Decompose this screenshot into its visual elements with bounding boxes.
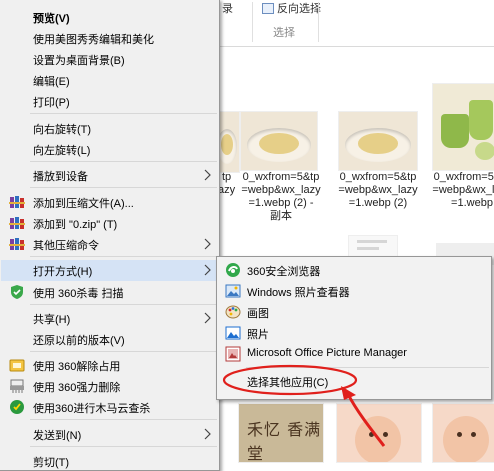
menu-item-label: 发送到(N) [33, 430, 82, 442]
menu-item-restore-versions[interactable]: 还原以前的版本(V) [1, 329, 218, 349]
menu-item-label: 添加到压缩文件(A)... [33, 198, 134, 210]
winrar-books-icon [9, 236, 25, 252]
ribbon-group-label: 选择 [273, 27, 295, 39]
file-name: 0_wxfrom=5&tp =webp&wx_lazy =1.webp (2) … [241, 171, 321, 222]
winrar-books-icon [9, 194, 25, 210]
windows-photo-viewer-icon [225, 283, 241, 299]
menu-item-cut[interactable]: 剪切(T) [1, 451, 218, 471]
ribbon-divider [318, 2, 319, 42]
file-thumbnail[interactable] [432, 83, 494, 171]
chevron-right-icon [204, 169, 211, 181]
menu-item-360-unlock[interactable]: 使用 360解除占用 [1, 355, 218, 375]
menu-item-rotate-right[interactable]: 向右旋转(T) [1, 118, 218, 138]
ribbon: 录 反向选择 选择 [200, 0, 494, 47]
menu-item-label: 打印(P) [33, 97, 70, 109]
menu-separator [30, 161, 217, 162]
menu-item-label: 共享(H) [33, 314, 71, 326]
menu-separator [30, 113, 217, 114]
submenu-item-photo-viewer[interactable]: Windows 照片查看器 [218, 281, 490, 301]
winrar-books-icon [9, 215, 25, 231]
file-thumbnail[interactable] [240, 111, 318, 171]
menu-item-label: 向左旋转(L) [33, 145, 91, 157]
menu-item-label: 使用 360强力删除 [33, 382, 121, 394]
360-shield-icon [9, 284, 25, 300]
chevron-right-icon [204, 312, 211, 324]
menu-item-label: 其他压缩命令 [33, 240, 99, 252]
submenu-item-label: 360安全浏览器 [247, 266, 321, 278]
menu-item-label: 向右旋转(T) [33, 124, 92, 136]
menu-item-add-to-archive[interactable]: 添加到压缩文件(A)... [1, 192, 218, 212]
menu-item-share[interactable]: 共享(H) [1, 308, 218, 328]
menu-item-label: 使用 360杀毒 扫描 [33, 288, 124, 300]
menu-item-send-to[interactable]: 发送到(N) [1, 424, 218, 444]
menu-item-label: 使用360进行木马云查杀 [33, 403, 151, 415]
menu-item-add-to-zip[interactable]: 添加到 "0.zip" (T) [1, 213, 218, 233]
ribbon-button-partial[interactable]: 录 [222, 0, 233, 16]
file-thumbnail[interactable] [348, 235, 398, 257]
shredder-icon [9, 378, 25, 394]
menu-item-open-with[interactable]: 打开方式(H) [1, 260, 218, 281]
file-name: tp azy [218, 171, 236, 196]
menu-item-360-force-delete[interactable]: 使用 360强力删除 [1, 376, 218, 396]
menu-item-360-trojan-scan[interactable]: 使用360进行木马云查杀 [1, 397, 218, 417]
submenu-item-paint[interactable]: 画图 [218, 302, 490, 322]
360-unlock-icon [9, 357, 25, 373]
menu-item-360-scan[interactable]: 使用 360杀毒 扫描 [1, 282, 218, 302]
menu-item-label: 打开方式(H) [33, 266, 93, 278]
file-thumbnail[interactable] [432, 403, 494, 463]
file-thumbnail[interactable] [338, 111, 418, 171]
submenu-item-label: Microsoft Office Picture Manager [247, 347, 407, 359]
file-name: 0_wxfrom=5&tp =webp&wx_lazy =1.webp (2) [338, 171, 418, 209]
paint-palette-icon [225, 304, 241, 320]
menu-item-label: 还原以前的版本(V) [33, 335, 125, 347]
menu-item-other-compress[interactable]: 其他压缩命令 [1, 234, 218, 254]
360-trojan-icon [9, 399, 25, 415]
submenu-item-360-browser[interactable]: 360安全浏览器 [218, 260, 490, 280]
photos-app-icon [225, 325, 241, 341]
menu-item-label: 设置为桌面背景(B) [33, 55, 125, 67]
submenu-item-choose-other-app[interactable]: 选择其他应用(C) [218, 371, 490, 391]
submenu-item-picture-manager[interactable]: Microsoft Office Picture Manager [218, 344, 490, 364]
menu-item-preview[interactable]: 预览(V) [1, 7, 218, 27]
submenu-item-photos[interactable]: 照片 [218, 323, 490, 343]
ribbon-button-label: 录 [222, 3, 233, 15]
submenu-item-label: 选择其他应用(C) [247, 377, 329, 389]
calligraphy-image-text: 禾忆 香满堂 [247, 420, 322, 463]
menu-item-label: 剪切(T) [33, 457, 70, 469]
menu-item-label: 添加到 "0.zip" (T) [33, 219, 118, 231]
360-browser-icon [225, 262, 241, 278]
menu-separator [30, 419, 217, 420]
file-thumbnail[interactable]: 禾忆 香满堂 [238, 403, 324, 463]
menu-separator [30, 351, 217, 352]
submenu-item-label: 照片 [247, 329, 269, 341]
menu-item-cast-to-device[interactable]: 播放到设备 [1, 165, 218, 185]
menu-item-label: 播放到设备 [33, 171, 88, 183]
submenu-item-label: Windows 照片查看器 [247, 287, 350, 299]
menu-item-edit[interactable]: 编辑(E) [1, 70, 218, 90]
menu-separator [30, 446, 217, 447]
chevron-right-icon [204, 264, 211, 276]
menu-item-print[interactable]: 打印(P) [1, 91, 218, 111]
menu-item-label: 使用美图秀秀编辑和美化 [33, 34, 154, 46]
menu-separator [30, 256, 217, 257]
chevron-right-icon [204, 428, 211, 440]
menu-separator [246, 367, 489, 368]
open-with-submenu: 360安全浏览器 Windows 照片查看器 画图 照片 Microsoft O… [216, 256, 492, 400]
menu-item-label: 编辑(E) [33, 76, 70, 88]
menu-separator [30, 304, 217, 305]
menu-item-set-wallpaper[interactable]: 设置为桌面背景(B) [1, 49, 218, 69]
menu-item-label: 预览(V) [33, 13, 70, 25]
submenu-item-label: 画图 [247, 308, 269, 320]
menu-item-label: 使用 360解除占用 [33, 361, 121, 373]
menu-separator [30, 187, 217, 188]
file-name: 0_wxfrom=5&tp =webp&wx_lazy =1.webp [432, 171, 494, 209]
menu-item-meitu-edit[interactable]: 使用美图秀秀编辑和美化 [1, 28, 218, 48]
ribbon-divider [252, 2, 253, 42]
menu-item-rotate-left[interactable]: 向左旋转(L) [1, 139, 218, 159]
ribbon-group-select: 选择 [256, 0, 312, 46]
office-picture-manager-icon [225, 346, 241, 362]
context-menu: 预览(V) 使用美图秀秀编辑和美化 设置为桌面背景(B) 编辑(E) 打印(P)… [0, 0, 220, 471]
file-thumbnail[interactable] [336, 403, 422, 463]
chevron-right-icon [204, 238, 211, 250]
